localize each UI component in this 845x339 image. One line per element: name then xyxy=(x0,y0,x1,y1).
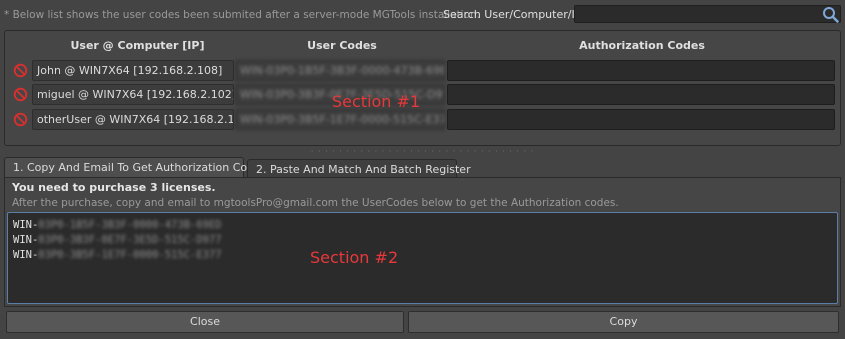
code-line: WIN-03P0-3B5F-1E7F-0000-515C-E377 xyxy=(13,249,222,261)
user-codes-textarea[interactable]: WIN-03P0-1B5F-3B3F-0000-473B-69ED WIN-03… xyxy=(7,212,838,304)
installation-hint: * Below list shows the user codes been s… xyxy=(4,9,481,21)
section-1-annotation: Section #1 xyxy=(332,92,421,111)
purchase-instructions: After the purchase, copy and email to mg… xyxy=(12,197,619,209)
column-header-user-codes: User Codes xyxy=(307,39,377,52)
ban-icon[interactable] xyxy=(13,87,28,102)
user-code-cell[interactable]: WIN-03P0-3B5F-1E7F-0000-515C-E377 xyxy=(235,109,445,130)
ban-icon[interactable] xyxy=(13,63,28,78)
authorization-code-field[interactable] xyxy=(447,84,835,105)
magnifier-icon[interactable] xyxy=(822,6,839,23)
tab-content-copy-and-email: You need to purchase 3 licenses. After t… xyxy=(4,177,841,307)
column-header-user: User @ Computer [IP] xyxy=(70,39,205,52)
top-bar: * Below list shows the user codes been s… xyxy=(0,0,845,30)
code-value: 03P0-3B5F-1E7F-0000-515C-E377 xyxy=(38,249,222,261)
authorization-code-field[interactable] xyxy=(447,60,835,81)
section-2-annotation: Section #2 xyxy=(310,248,399,267)
code-line: WIN-03P0-3B3F-0E7F-3E5D-515C-D977 xyxy=(13,234,222,246)
ban-icon[interactable] xyxy=(13,112,28,127)
user-code-cell[interactable]: WIN-03P0-1B5F-3B3F-0000-473B-69ED xyxy=(235,60,445,81)
code-prefix: WIN- xyxy=(13,249,39,261)
search-label: Search User/Computer/IP: xyxy=(443,8,586,21)
tab-copy-and-email[interactable]: 1. Copy And Email To Get Authorization C… xyxy=(4,157,267,177)
tab-paste-and-register[interactable]: 2. Paste And Match And Batch Register xyxy=(247,159,471,177)
copy-button[interactable]: Copy xyxy=(408,311,839,333)
table-row: John @ WIN7X64 [192.168.2.108] WIN-03P0-… xyxy=(5,60,840,82)
column-header-authorization-codes: Authorization Codes xyxy=(579,39,705,52)
search-input[interactable] xyxy=(574,5,841,23)
user-cell[interactable]: otherUser @ WIN7X64 [192.168.2.103] xyxy=(32,109,234,130)
table-row: otherUser @ WIN7X64 [192.168.2.103] WIN-… xyxy=(5,109,840,131)
user-cell[interactable]: John @ WIN7X64 [192.168.2.108] xyxy=(32,60,234,81)
authorization-code-field[interactable] xyxy=(447,109,835,130)
code-prefix: WIN- xyxy=(13,234,39,246)
user-cell[interactable]: miguel @ WIN7X64 [192.168.2.102] xyxy=(32,84,234,105)
code-value: 03P0-3B3F-0E7F-3E5D-515C-D977 xyxy=(38,234,222,246)
code-line: WIN-03P0-1B5F-3B3F-0000-473B-69ED xyxy=(13,219,222,231)
close-button[interactable]: Close xyxy=(6,311,404,333)
code-prefix: WIN- xyxy=(13,219,39,231)
code-value: 03P0-1B5F-3B3F-0000-473B-69ED xyxy=(38,219,222,231)
table-row: miguel @ WIN7X64 [192.168.2.102] WIN-03P… xyxy=(5,84,840,106)
splitter-handle[interactable]: · · · · · · · · · · · · · · · · · · · · … xyxy=(0,148,845,156)
license-notice: You need to purchase 3 licenses. xyxy=(12,181,216,194)
user-codes-panel: User @ Computer [IP] User Codes Authoriz… xyxy=(4,30,841,146)
